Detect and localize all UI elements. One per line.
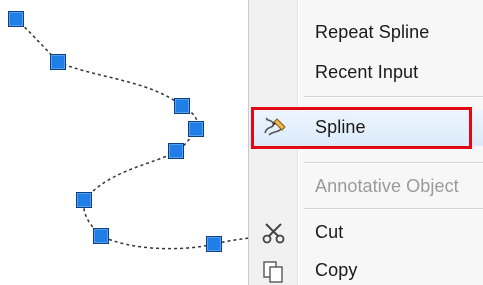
spline-grip[interactable] (50, 54, 66, 70)
spline-grip[interactable] (168, 143, 184, 159)
spline-grip[interactable] (76, 192, 92, 208)
menu-item-cut[interactable]: Cut (249, 216, 483, 250)
menu-item-copy[interactable]: Copy (249, 254, 483, 285)
menu-item-recent-input[interactable]: Recent Input (249, 56, 483, 90)
menu-item-label: Repeat Spline (315, 22, 430, 42)
menu-item-repeat-spline[interactable]: Repeat Spline (249, 16, 483, 50)
menu-separator (304, 162, 483, 164)
menu-item-label: Copy (315, 260, 358, 280)
menu-item-label: Annotative Object (315, 176, 459, 196)
spline-grip[interactable] (174, 98, 190, 114)
menu-separator (304, 208, 483, 210)
spline-grip[interactable] (188, 121, 204, 137)
menu-item-annotative-object: Annotative Object (249, 170, 483, 204)
copy-icon (261, 259, 287, 283)
highlight-frame (251, 107, 472, 149)
menu-separator (304, 96, 483, 98)
menu-item-label: Recent Input (315, 62, 419, 82)
spline-grip[interactable] (93, 228, 109, 244)
menu-item-label: Cut (315, 222, 344, 242)
spline-grip[interactable] (8, 11, 24, 27)
scissors-icon (261, 221, 287, 245)
spline-grip[interactable] (206, 236, 222, 252)
